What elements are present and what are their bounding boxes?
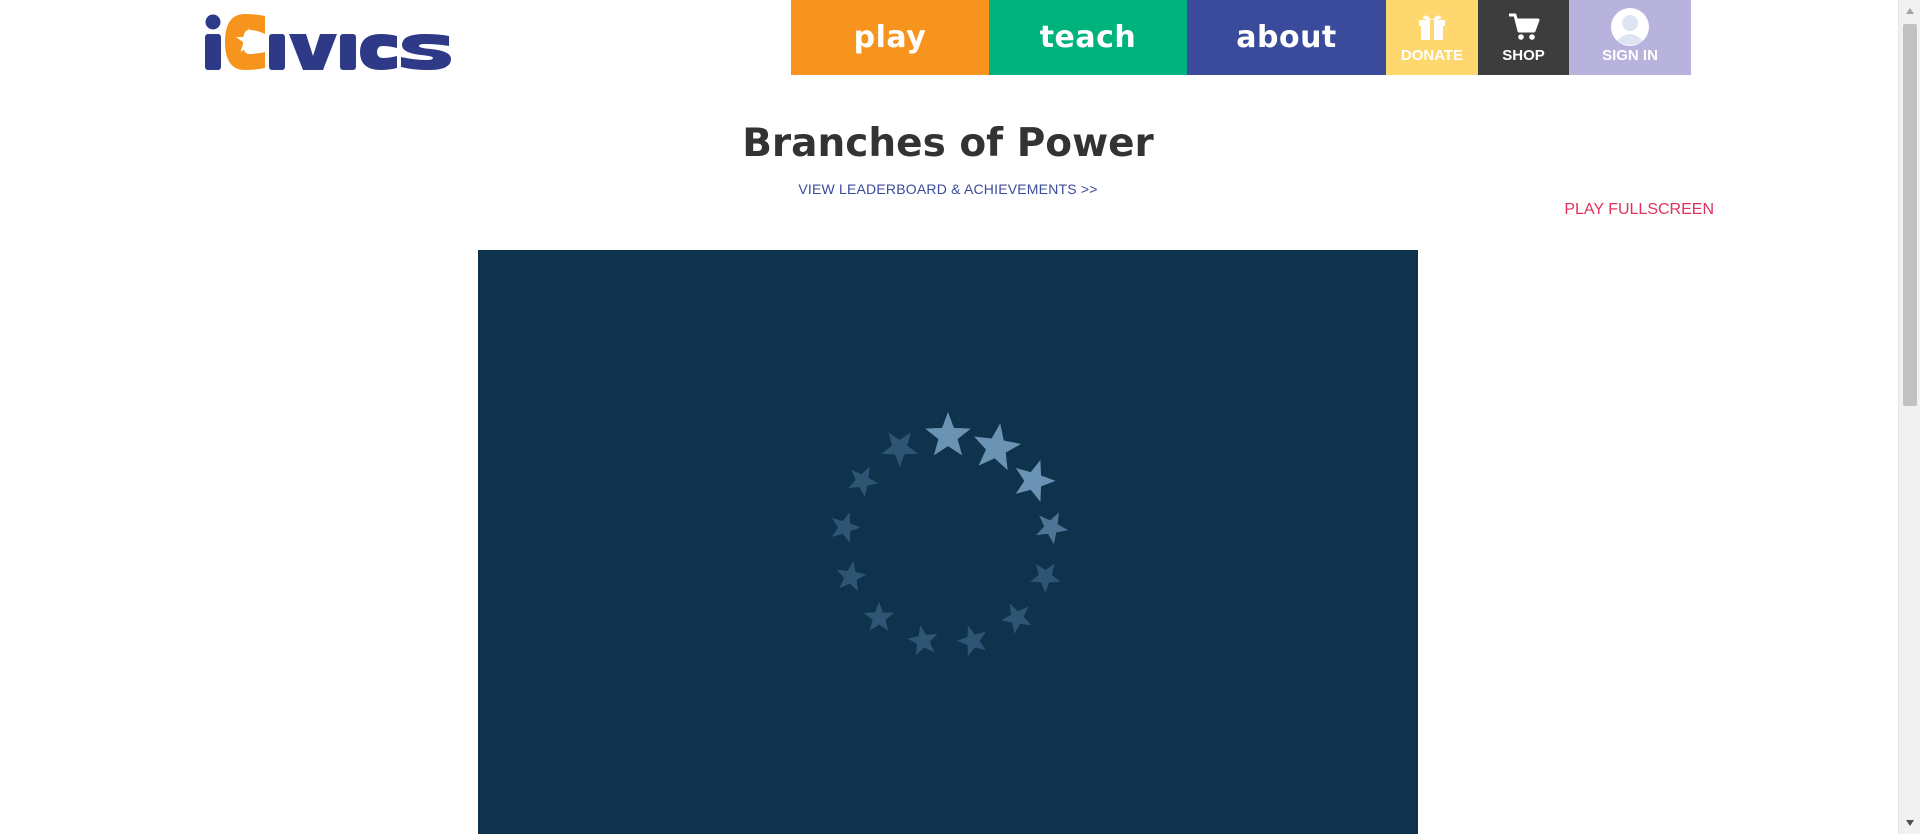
loader-star — [831, 512, 861, 543]
game-frame[interactable] — [478, 250, 1418, 834]
play-fullscreen-link[interactable]: PLAY FULLSCREEN — [1564, 201, 1714, 219]
loader-star — [836, 561, 867, 592]
cart-icon — [1508, 11, 1540, 43]
star-ring-spinner-icon — [818, 410, 1078, 670]
scroll-up-arrow-icon[interactable] — [1899, 0, 1920, 22]
nav-about-label: about — [1236, 20, 1337, 55]
nav-donate[interactable]: DONATE — [1386, 0, 1478, 75]
nav-sign-in-label: SIGN IN — [1602, 47, 1658, 64]
user-avatar-icon — [1610, 8, 1650, 46]
loader-star — [863, 601, 895, 631]
page-scrollbar[interactable] — [1898, 0, 1920, 834]
nav-shop-label: SHOP — [1502, 47, 1545, 64]
loader-star — [956, 625, 986, 657]
nav-teach-label: teach — [1039, 20, 1137, 55]
loader-star — [1036, 512, 1069, 545]
loader-star — [974, 423, 1022, 471]
loader-star — [848, 466, 879, 497]
scrollbar-thumb[interactable] — [1903, 24, 1917, 406]
loader-star — [881, 432, 918, 467]
nav-sign-in[interactable]: SIGN IN — [1569, 0, 1691, 75]
nav-about[interactable]: about — [1187, 0, 1386, 75]
logo-image — [205, 14, 451, 70]
nav-teach[interactable]: teach — [989, 0, 1187, 75]
nav-play[interactable]: play — [791, 0, 989, 75]
nav-donate-label: DONATE — [1400, 47, 1464, 64]
loader-star — [1001, 603, 1032, 634]
loader-star — [1030, 563, 1061, 593]
nav-shop[interactable]: SHOP — [1478, 0, 1569, 75]
gift-icon — [1417, 11, 1447, 43]
icivics-logo[interactable] — [203, 12, 453, 74]
nav-play-label: play — [853, 20, 927, 55]
loader-star — [1015, 459, 1056, 502]
loader-star — [925, 412, 971, 456]
main-nav: play teach about DONATE SHOP SIGN IN — [791, 0, 1691, 75]
loader-star — [907, 625, 938, 656]
scroll-down-arrow-icon[interactable] — [1899, 812, 1920, 834]
leaderboard-link[interactable]: VIEW LEADERBOARD & ACHIEVEMENTS >> — [0, 181, 1896, 197]
site-header: play teach about DONATE SHOP SIGN IN — [0, 0, 1898, 76]
page-title: Branches of Power — [742, 121, 1154, 166]
